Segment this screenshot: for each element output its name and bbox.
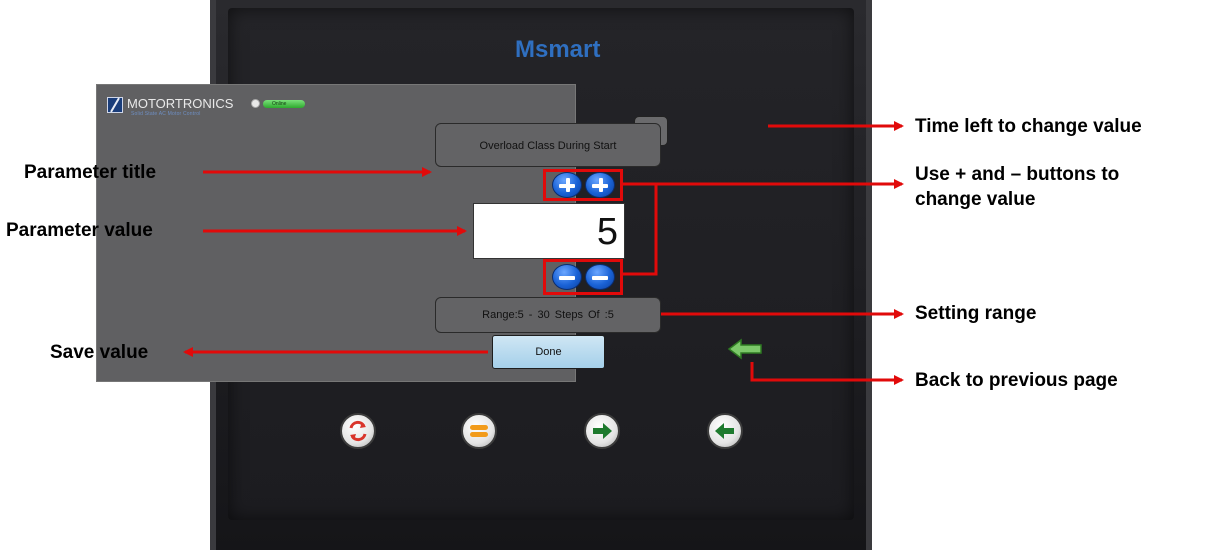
back-arrow-icon[interactable]	[727, 338, 765, 360]
minus-button[interactable]	[551, 264, 582, 290]
menu-key[interactable]	[461, 413, 497, 449]
back-key[interactable]	[707, 413, 743, 449]
annotation-buttons-line1: Use + and – buttons to	[915, 164, 1120, 185]
status-indicator-icon	[251, 99, 260, 108]
done-button[interactable]: Done	[492, 335, 605, 369]
forward-key[interactable]	[584, 413, 620, 449]
arrow-right-icon	[593, 423, 612, 439]
brand-logo: Msmart	[515, 36, 601, 63]
menu-icon	[470, 425, 488, 437]
motortronics-logo-icon	[107, 97, 123, 113]
plus-button[interactable]	[584, 172, 615, 198]
logo-text: MOTORTRONICS	[127, 96, 234, 111]
annotation-setting-range: Setting range	[915, 303, 1037, 324]
setting-range: Range:5 - 30 Steps Of :5	[435, 297, 661, 333]
annotation-back: Back to previous page	[915, 370, 1118, 391]
decrement-buttons	[543, 259, 623, 295]
parameter-value-field[interactable]: 5	[473, 203, 625, 259]
minus-button[interactable]	[584, 264, 615, 290]
refresh-icon	[349, 420, 367, 442]
annotation-parameter-value: Parameter value	[6, 220, 153, 241]
arrow-left-icon	[715, 423, 734, 439]
plus-button[interactable]	[551, 172, 582, 198]
increment-buttons	[543, 169, 623, 201]
refresh-key[interactable]	[340, 413, 376, 449]
annotation-parameter-title: Parameter title	[24, 162, 157, 183]
annotation-save-value: Save value	[50, 342, 149, 363]
annotation-buttons-line2: change value	[915, 189, 1036, 210]
annotation-time-left: Time left to change value	[915, 116, 1142, 137]
status-badge: Online	[263, 100, 305, 108]
logo-subtext: Solid State AC Motor Control	[131, 111, 201, 117]
parameter-title: Overload Class During Start	[435, 123, 661, 167]
